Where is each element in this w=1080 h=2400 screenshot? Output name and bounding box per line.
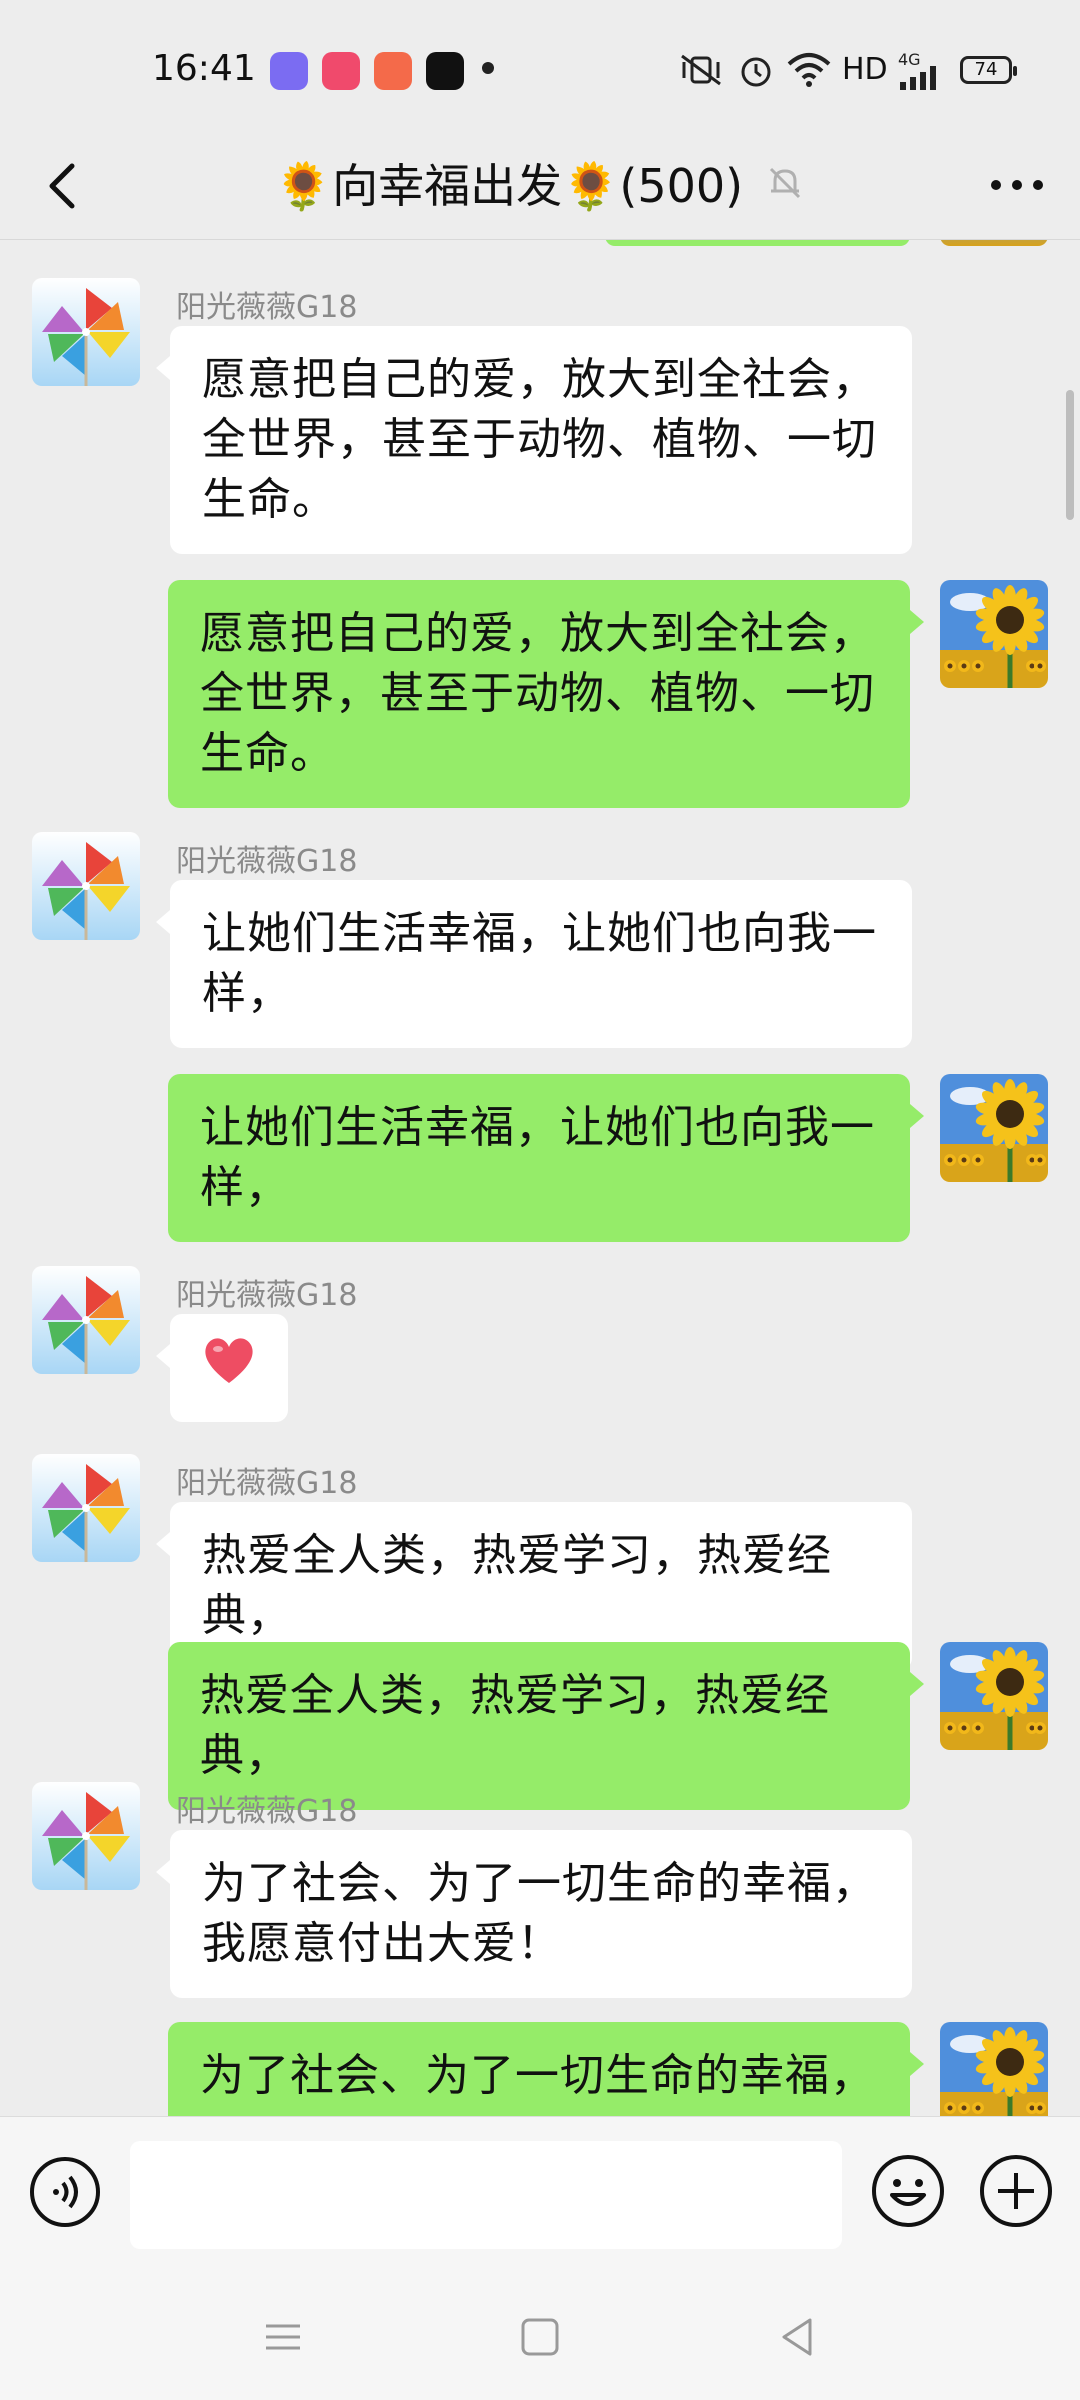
plus-icon[interactable]	[978, 2153, 1054, 2229]
message-text: 愿意把自己的爱，放大到全社会，全世界，甚至于动物、植物、一切生命。	[200, 608, 875, 779]
sunflower-avatar[interactable]	[940, 1074, 1048, 1182]
message-bubble[interactable]: 为了社会、为了一切生命的幸福，	[168, 2022, 924, 2116]
sender-name: 阳光薇薇G18	[176, 290, 358, 325]
message-text: 愿意把自己的爱，放大到全社会，全世界，甚至于动物、植物、一切生命。	[202, 354, 877, 525]
sender-name: 阳光薇薇G18	[176, 844, 358, 879]
sender-name: 阳光薇薇G18	[176, 1278, 358, 1313]
tiktok-icon	[426, 52, 464, 90]
menu-icon[interactable]	[258, 2312, 308, 2362]
status-time: 16:41	[152, 48, 256, 89]
message-text: 让她们生活幸福，让她们也向我一样，	[200, 1102, 875, 1213]
voice-icon[interactable]	[28, 2155, 102, 2229]
chat-title-container: 🌻向幸福出发🌻(500)	[0, 148, 1080, 218]
chat-title[interactable]: 🌻向幸福出发🌻(500)	[275, 150, 743, 216]
chat-header: 🌻向幸福出发🌻(500)	[0, 130, 1080, 240]
message-text: 热爱全人类，热爱学习，热爱经典，	[202, 1530, 832, 1641]
vibrate-mute-icon	[681, 54, 721, 86]
message-bubble[interactable]: 让她们生活幸福，让她们也向我一样，	[168, 1074, 924, 1242]
bell-off-icon	[770, 167, 801, 199]
message-text: 为了社会、为了一切生命的幸福，我愿意付出大爱！	[202, 1858, 877, 1969]
system-nav-bar	[0, 2276, 1080, 2400]
message-bubble[interactable]	[156, 1314, 288, 1422]
more-dots-icon[interactable]	[982, 155, 1052, 215]
sunflower-avatar[interactable]	[940, 1642, 1048, 1750]
hd-indicator: HD	[842, 52, 888, 87]
more-notifications-dot	[482, 62, 494, 74]
pinwheel-avatar[interactable]	[32, 1782, 140, 1890]
pinwheel-avatar[interactable]	[32, 1266, 140, 1374]
message-text: 热爱全人类，热爱学习，热爱经典，	[200, 1670, 830, 1781]
message-bubble[interactable]: 为了社会、为了一切生命的幸福，我愿意付出大爱！	[156, 1830, 912, 1998]
message-text: 为了社会、为了一切生命的幸福，	[200, 2050, 875, 2101]
music-note-icon	[374, 52, 412, 90]
scroll-indicator[interactable]	[1066, 390, 1074, 520]
alarm-icon	[741, 57, 771, 87]
partial-avatar	[940, 240, 1048, 246]
wifi-icon	[787, 53, 831, 87]
sunflower-avatar[interactable]	[940, 2022, 1048, 2116]
pinwheel-avatar[interactable]	[32, 1454, 140, 1562]
sender-name: 阳光薇薇G18	[176, 1466, 358, 1501]
message-bubble[interactable]: 愿意把自己的爱，放大到全社会，全世界，甚至于动物、植物、一切生命。	[156, 326, 912, 554]
message-bubble[interactable]: 让她们生活幸福，让她们也向我一样，	[156, 880, 912, 1048]
status-bar: 16:41 HD 4G 74	[0, 0, 1080, 130]
message-text: 让她们生活幸福，让她们也向我一样，	[202, 908, 877, 1019]
heart-icon	[201, 1335, 257, 1401]
message-bubble[interactable]: 热爱全人类，热爱学习，热爱经典，	[168, 1642, 924, 1810]
music-app-icon	[322, 52, 360, 90]
pinwheel-avatar[interactable]	[32, 832, 140, 940]
home-icon[interactable]	[515, 2312, 565, 2362]
sunflower-avatar[interactable]	[940, 580, 1048, 688]
back-triangle-icon[interactable]	[772, 2312, 822, 2362]
message-bubble[interactable]: 愿意把自己的爱，放大到全社会，全世界，甚至于动物、植物、一切生命。	[168, 580, 924, 808]
app-notification-icon	[270, 52, 308, 90]
partial-message-bubble	[605, 240, 910, 246]
sender-name: 阳光薇薇G18	[176, 1794, 358, 1829]
chat-message-list[interactable]: 阳光薇薇G18 愿意把自己的爱，放大到全社会，全世界，甚至于动物、植物、一切生命。…	[0, 240, 1080, 2116]
message-input-bar	[0, 2116, 1080, 2276]
emoji-icon[interactable]	[870, 2153, 946, 2229]
signal-icon	[900, 66, 936, 90]
pinwheel-avatar[interactable]	[32, 278, 140, 386]
battery-icon: 74	[960, 56, 1017, 84]
message-input[interactable]	[130, 2141, 842, 2249]
